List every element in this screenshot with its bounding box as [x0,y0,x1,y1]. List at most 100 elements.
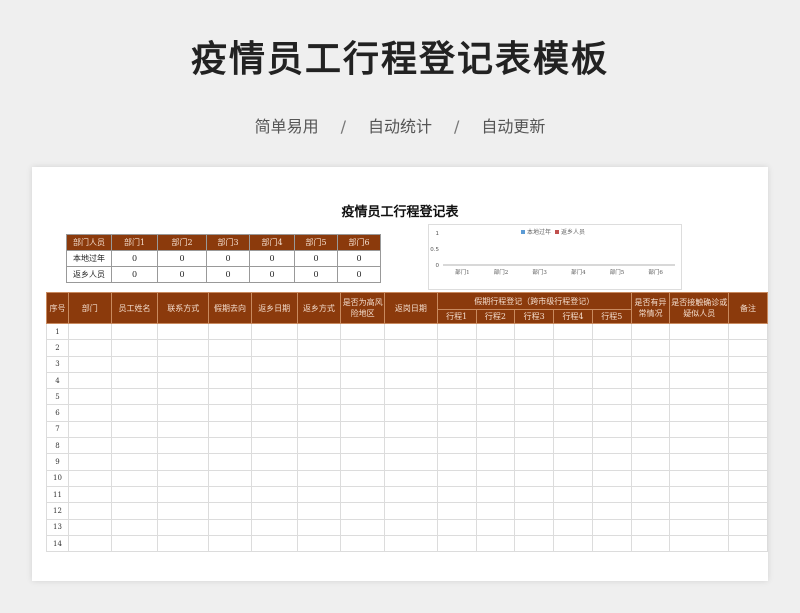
table-cell[interactable] [436,355,477,373]
table-cell[interactable] [669,518,730,536]
table-cell[interactable] [296,437,342,455]
table-cell[interactable] [591,355,632,373]
table-cell[interactable] [110,388,159,406]
table-cell[interactable] [728,339,768,357]
table-cell[interactable] [475,339,516,357]
table-cell[interactable] [67,322,112,341]
table-cell[interactable] [296,388,342,406]
table-cell[interactable] [208,534,252,553]
table-cell[interactable] [250,404,298,422]
table-cell[interactable] [384,437,438,455]
table-cell[interactable] [514,404,555,422]
table-cell[interactable] [591,518,632,536]
table-cell[interactable] [630,518,671,536]
table-cell[interactable] [296,339,342,357]
summary-cell[interactable]: 0 [111,250,158,267]
summary-cell[interactable]: 0 [249,266,295,283]
table-cell[interactable] [475,502,516,520]
table-cell[interactable] [669,355,730,373]
table-cell[interactable] [157,534,210,553]
table-cell[interactable] [340,339,386,357]
table-cell[interactable] [157,469,210,487]
table-cell[interactable] [728,502,768,520]
table-cell[interactable] [67,502,112,520]
table-cell[interactable] [553,534,593,553]
table-cell[interactable] [553,404,593,422]
table-cell[interactable] [296,371,342,390]
table-cell[interactable] [436,534,477,553]
table-cell[interactable] [110,502,159,520]
table-cell[interactable] [436,404,477,422]
table-cell[interactable] [340,420,386,439]
table-cell[interactable] [669,371,730,390]
table-cell[interactable] [591,404,632,422]
table-cell[interactable] [110,420,159,439]
table-cell[interactable] [157,339,210,357]
table-cell[interactable] [436,322,477,341]
table-cell[interactable] [728,420,768,439]
table-cell[interactable] [208,485,252,504]
table-cell[interactable] [110,371,159,390]
table-cell[interactable] [67,404,112,422]
table-cell[interactable] [436,485,477,504]
table-cell[interactable] [384,453,438,471]
table-cell[interactable] [157,322,210,341]
table-cell[interactable] [630,502,671,520]
table-cell[interactable] [157,437,210,455]
table-cell[interactable] [591,485,632,504]
table-cell[interactable] [208,371,252,390]
table-cell[interactable] [553,437,593,455]
table-cell[interactable] [340,371,386,390]
table-cell[interactable] [591,371,632,390]
table-cell[interactable] [553,518,593,536]
table-cell[interactable] [67,469,112,487]
table-cell[interactable] [384,420,438,439]
table-cell[interactable] [296,534,342,553]
table-cell[interactable] [157,485,210,504]
table-cell[interactable] [475,518,516,536]
summary-cell[interactable]: 0 [294,250,338,267]
table-cell[interactable] [250,322,298,341]
table-cell[interactable] [340,404,386,422]
table-cell[interactable] [208,437,252,455]
table-cell[interactable] [67,485,112,504]
table-cell[interactable] [296,469,342,487]
table-cell[interactable] [436,371,477,390]
table-cell[interactable] [110,322,159,341]
table-cell[interactable] [110,453,159,471]
table-cell[interactable] [250,437,298,455]
table-cell[interactable] [384,502,438,520]
table-cell[interactable] [728,355,768,373]
table-cell[interactable] [630,453,671,471]
table-cell[interactable] [296,453,342,471]
table-cell[interactable] [591,388,632,406]
table-cell[interactable] [728,485,768,504]
table-cell[interactable] [340,453,386,471]
table-cell[interactable] [157,355,210,373]
table-cell[interactable] [67,339,112,357]
table-cell[interactable] [475,485,516,504]
table-cell[interactable] [553,469,593,487]
table-cell[interactable] [250,371,298,390]
table-cell[interactable] [514,469,555,487]
table-cell[interactable] [553,420,593,439]
summary-cell[interactable]: 0 [111,266,158,283]
table-cell[interactable] [475,420,516,439]
table-cell[interactable] [340,388,386,406]
table-cell[interactable] [669,469,730,487]
table-cell[interactable] [553,453,593,471]
table-cell[interactable] [208,339,252,357]
table-cell[interactable] [669,437,730,455]
table-cell[interactable] [475,355,516,373]
table-cell[interactable] [630,371,671,390]
table-cell[interactable] [728,534,768,553]
table-cell[interactable] [250,485,298,504]
table-cell[interactable] [250,518,298,536]
table-cell[interactable] [250,502,298,520]
table-cell[interactable] [340,502,386,520]
table-cell[interactable] [208,355,252,373]
table-cell[interactable] [630,469,671,487]
table-cell[interactable] [384,388,438,406]
table-cell[interactable] [436,388,477,406]
table-cell[interactable] [67,437,112,455]
